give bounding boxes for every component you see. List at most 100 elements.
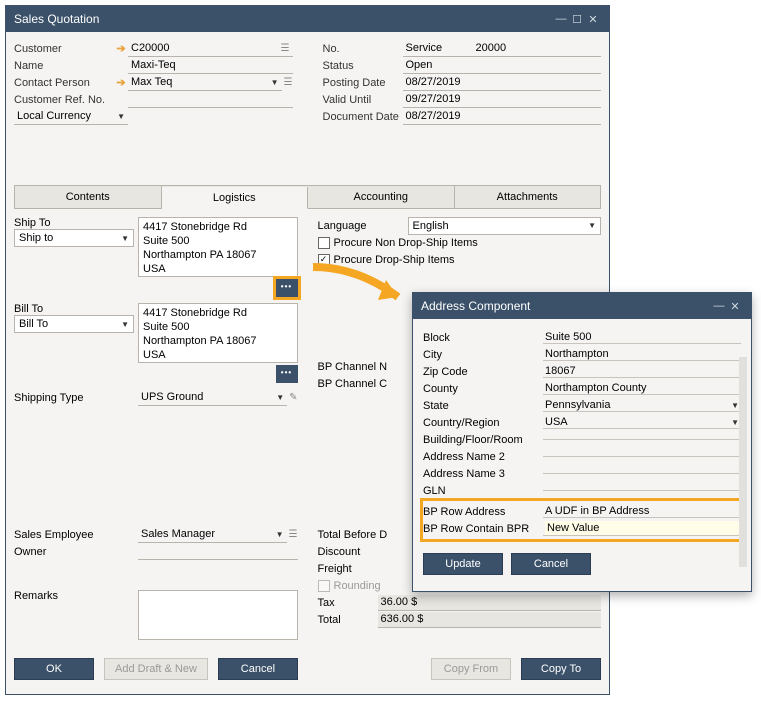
status-label: Status	[323, 60, 403, 72]
sales-employee-field[interactable]: Sales Manager▼	[138, 527, 287, 543]
tabbar: Contents Logistics Accounting Attachment…	[14, 185, 601, 209]
address-field-value[interactable]	[543, 490, 741, 491]
shipto-address[interactable]: 4417 Stonebridge RdSuite 500Northampton …	[138, 217, 298, 277]
tab-logistics[interactable]: Logistics	[162, 187, 309, 209]
language-label: Language	[318, 220, 408, 232]
dialog-title: Address Component	[421, 299, 711, 313]
chevron-down-icon[interactable]: ▼	[588, 221, 596, 230]
dialog-cancel-button[interactable]: Cancel	[511, 553, 591, 575]
bp-channel-n-label: BP Channel N	[318, 361, 388, 373]
billto-address[interactable]: 4417 Stonebridge RdSuite 500Northampton …	[138, 303, 298, 363]
total-value: 636.00 $	[378, 612, 602, 628]
address-field-value[interactable]: Northampton	[543, 348, 741, 361]
shipping-type-field[interactable]: UPS Ground▼	[138, 390, 287, 406]
chevron-down-icon[interactable]: ▼	[731, 418, 739, 427]
address-field-value[interactable]: Northampton County	[543, 382, 741, 395]
address-field-label: Address Name 3	[423, 468, 543, 480]
address-field-label: Zip Code	[423, 366, 543, 378]
scrollbar[interactable]	[739, 357, 747, 567]
customer-label: Customer	[14, 43, 114, 55]
chevron-down-icon[interactable]: ▼	[121, 320, 129, 329]
no-field[interactable]: 20000	[473, 41, 602, 57]
procure-nondrop-checkbox[interactable]: Procure Non Drop-Ship Items	[318, 234, 602, 251]
list-icon[interactable]: ☰	[289, 529, 298, 540]
tab-attachments[interactable]: Attachments	[455, 186, 601, 208]
bp-row-contain-label: BP Row Contain BPR	[423, 523, 543, 535]
custref-field[interactable]	[128, 92, 293, 108]
name-field[interactable]: Maxi-Teq	[128, 58, 293, 74]
link-arrow-icon[interactable]: ➔	[114, 76, 128, 89]
language-select[interactable]: English▼	[408, 217, 602, 235]
billto-select[interactable]: Bill To▼	[14, 315, 134, 333]
contact-label: Contact Person	[14, 77, 114, 89]
chevron-down-icon[interactable]: ▼	[117, 112, 125, 121]
copy-from-button[interactable]: Copy From	[431, 658, 511, 680]
shipto-select[interactable]: Ship to▼	[14, 229, 134, 247]
bp-row-address-label: BP Row Address	[423, 506, 543, 518]
address-field-row: Address Name 2	[423, 448, 741, 465]
chevron-down-icon[interactable]: ▼	[121, 234, 129, 243]
checkbox-icon	[318, 237, 330, 249]
address-field-label: State	[423, 400, 543, 412]
address-field-value[interactable]: Suite 500	[543, 331, 741, 344]
docdate-field[interactable]: 08/27/2019	[403, 109, 602, 125]
address-field-row: CountyNorthampton County	[423, 380, 741, 397]
valid-field[interactable]: 09/27/2019	[403, 92, 602, 108]
list-icon[interactable]: ☰	[284, 77, 293, 88]
minimize-icon[interactable]: —	[711, 300, 727, 312]
address-field-value[interactable]: 18067	[543, 365, 741, 378]
chevron-down-icon[interactable]: ▼	[276, 530, 284, 539]
chevron-down-icon[interactable]: ▼	[731, 401, 739, 410]
shipto-ellipsis-button[interactable]: •••	[276, 279, 298, 297]
owner-field[interactable]	[138, 544, 298, 560]
bp-row-contain-input[interactable]	[543, 521, 741, 536]
pencil-icon[interactable]: ✎	[289, 392, 297, 403]
maximize-icon[interactable]: ☐	[569, 13, 585, 26]
chevron-down-icon[interactable]: ▼	[271, 78, 279, 87]
address-field-value[interactable]: Pennsylvania▼	[543, 399, 741, 412]
address-field-row: CityNorthampton	[423, 346, 741, 363]
address-field-label: Address Name 2	[423, 451, 543, 463]
add-draft-button[interactable]: Add Draft & New	[104, 658, 208, 680]
checkbox-icon: ✓	[318, 254, 330, 266]
address-field-row: StatePennsylvania▼	[423, 397, 741, 414]
cancel-button[interactable]: Cancel	[218, 658, 298, 680]
address-field-value[interactable]	[543, 439, 741, 440]
billto-ellipsis-button[interactable]: •••	[276, 365, 298, 383]
address-field-value[interactable]	[543, 456, 741, 457]
contact-field[interactable]: Max Teq▼	[128, 75, 282, 91]
address-field-value[interactable]	[543, 473, 741, 474]
tab-contents[interactable]: Contents	[15, 186, 162, 208]
address-field-value[interactable]: USA▼	[543, 416, 741, 429]
address-field-row: Country/RegionUSA▼	[423, 414, 741, 431]
remarks-field[interactable]	[138, 590, 298, 640]
minimize-icon[interactable]: —	[553, 13, 569, 25]
owner-label: Owner	[14, 546, 138, 558]
custref-label: Customer Ref. No.	[14, 94, 128, 106]
dialog-titlebar: Address Component — ✕	[413, 293, 751, 319]
posting-field[interactable]: 08/27/2019	[403, 75, 602, 91]
close-icon[interactable]: ✕	[727, 300, 743, 313]
close-icon[interactable]: ✕	[585, 13, 601, 26]
procure-drop-checkbox[interactable]: ✓Procure Drop-Ship Items	[318, 251, 602, 268]
udf-highlight-box: BP Row AddressA UDF in BP Address BP Row…	[423, 501, 741, 539]
copy-to-button[interactable]: Copy To	[521, 658, 601, 680]
update-button[interactable]: Update	[423, 553, 503, 575]
chevron-down-icon[interactable]: ▼	[276, 393, 284, 402]
address-field-label: County	[423, 383, 543, 395]
link-arrow-icon[interactable]: ➔	[114, 42, 128, 55]
currency-field[interactable]: Local Currency▼	[14, 109, 128, 125]
no-service-field[interactable]: Service	[403, 41, 473, 57]
sales-employee-label: Sales Employee	[14, 529, 138, 541]
list-icon[interactable]: ☰	[281, 43, 290, 54]
customer-field[interactable]: C20000☰	[128, 41, 293, 57]
ok-button[interactable]: OK	[14, 658, 94, 680]
address-field-label: Building/Floor/Room	[423, 434, 543, 446]
docdate-label: Document Date	[323, 111, 403, 123]
shipto-label: Ship To	[14, 217, 134, 229]
name-label: Name	[14, 60, 128, 72]
window-title: Sales Quotation	[14, 12, 553, 26]
posting-label: Posting Date	[323, 77, 403, 89]
bp-row-address-value[interactable]: A UDF in BP Address	[543, 505, 741, 518]
tab-accounting[interactable]: Accounting	[308, 186, 455, 208]
